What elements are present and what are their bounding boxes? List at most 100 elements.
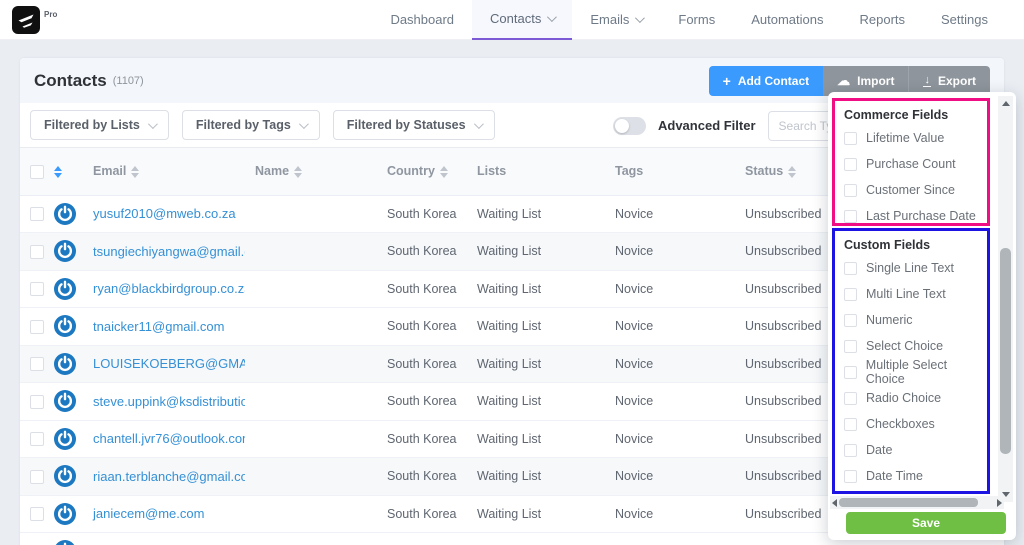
field-checkbox[interactable]	[844, 261, 857, 275]
add-contact-button[interactable]: + Add Contact	[708, 65, 824, 96]
export-label: Export	[937, 73, 976, 88]
field-checkbox[interactable]	[844, 183, 857, 197]
field-checkbox[interactable]	[844, 417, 857, 431]
row-checkbox[interactable]	[30, 319, 44, 334]
row-checkbox[interactable]	[30, 357, 44, 372]
panel-vertical-scrollbar[interactable]	[998, 96, 1013, 502]
contact-email-link[interactable]: tnaicker11@gmail.com	[93, 319, 224, 334]
horizontal-scrollbar-thumb[interactable]	[839, 498, 978, 507]
contact-name	[245, 195, 377, 233]
field-option-date[interactable]: Date	[835, 437, 987, 463]
scroll-right-arrow-icon[interactable]	[997, 499, 1002, 507]
scroll-up-arrow-icon[interactable]	[1001, 101, 1010, 106]
sort-name-icon[interactable]	[294, 165, 303, 178]
field-checkbox[interactable]	[844, 287, 857, 301]
contact-avatar-power-icon	[55, 540, 75, 545]
row-checkbox[interactable]	[30, 282, 44, 297]
row-checkbox[interactable]	[30, 244, 44, 259]
field-option-multiple-select-choice[interactable]: Multiple Select Choice	[835, 358, 987, 386]
filter-by-tags-dropdown[interactable]: Filtered by Tags	[181, 110, 320, 140]
export-button[interactable]: ↓ Export	[908, 65, 990, 96]
filter-by-lists-dropdown[interactable]: Filtered by Lists	[30, 110, 169, 140]
sort-status-icon[interactable]	[788, 165, 797, 178]
field-option-last-purchase-date[interactable]: Last Purchase Date	[835, 203, 987, 229]
field-label: Customer Since	[866, 183, 955, 197]
contact-email-link[interactable]: yusuf2010@mweb.co.za	[93, 206, 236, 221]
import-button[interactable]: ☁ Import	[823, 65, 909, 96]
scroll-left-arrow-icon[interactable]	[832, 499, 837, 507]
field-label: Purchase Count	[866, 157, 956, 171]
nav-forms[interactable]: Forms	[660, 0, 733, 40]
contact-tags: Novice	[605, 420, 735, 458]
field-label: Date Time	[866, 469, 923, 483]
field-label: Multi Line Text	[866, 287, 946, 301]
select-all-checkbox[interactable]	[30, 164, 44, 179]
contact-country: South Korea	[377, 232, 467, 271]
contact-email-link[interactable]: LOUISEKOEBERG@GMAIL.C...	[93, 356, 245, 371]
contact-avatar-power-icon	[54, 427, 76, 450]
sort-country-icon[interactable]	[439, 165, 448, 178]
nav-contacts[interactable]: Contacts	[472, 0, 573, 40]
contact-lists: Waiting List	[467, 420, 605, 458]
contact-country: South Korea	[377, 195, 467, 233]
filter-statuses-label: Filtered by Statuses	[346, 118, 466, 132]
row-checkbox[interactable]	[30, 207, 44, 222]
contact-avatar-power-icon	[54, 465, 76, 488]
row-checkbox[interactable]	[30, 469, 44, 484]
nav-automations[interactable]: Automations	[733, 0, 841, 40]
contact-email-link[interactable]: janiecem@me.com	[93, 506, 204, 521]
vertical-scrollbar-thumb[interactable]	[1000, 248, 1011, 454]
nav-settings[interactable]: Settings	[923, 0, 1006, 40]
contact-name	[245, 232, 377, 271]
col-status: Status	[745, 164, 784, 179]
sort-avatar-icon[interactable]	[54, 165, 62, 178]
contact-email-link[interactable]: steve.uppink@ksdistributio...	[93, 394, 245, 409]
contact-avatar-power-icon	[54, 352, 76, 375]
brand[interactable]: Pro	[12, 5, 57, 34]
chevron-down-icon	[147, 118, 158, 129]
field-label: Date	[866, 443, 893, 457]
nav-reports[interactable]: Reports	[841, 0, 923, 40]
save-button[interactable]: Save	[846, 512, 1006, 534]
field-option-single-line-text[interactable]: Single Line Text	[835, 255, 987, 281]
custom-fields-title: Custom Fields	[844, 238, 931, 252]
contact-email-link[interactable]: riaan.terblanche@gmail.com	[93, 469, 245, 484]
sort-email-icon[interactable]	[131, 165, 140, 178]
nav-dashboard[interactable]: Dashboard	[372, 0, 472, 40]
field-option-checkboxes[interactable]: Checkboxes	[835, 411, 987, 437]
row-checkbox[interactable]	[30, 394, 44, 409]
contact-email-link[interactable]: ryan@blackbirdgroup.co.za	[93, 281, 245, 296]
panel-horizontal-scrollbar[interactable]	[830, 496, 1004, 509]
field-option-date-time[interactable]: Date Time	[835, 463, 987, 489]
field-checkbox[interactable]	[844, 469, 857, 483]
import-label: Import	[857, 73, 895, 88]
field-checkbox[interactable]	[844, 157, 857, 171]
field-option-purchase-count[interactable]: Purchase Count	[835, 151, 987, 177]
field-checkbox[interactable]	[844, 443, 857, 457]
fluentcrm-logo-icon	[12, 5, 40, 34]
advanced-filter-toggle[interactable]	[613, 116, 646, 135]
field-option-radio-choice[interactable]: Radio Choice	[835, 385, 987, 411]
field-checkbox[interactable]	[844, 313, 857, 327]
field-checkbox[interactable]	[844, 391, 857, 405]
contact-avatar-power-icon	[54, 502, 76, 525]
row-checkbox[interactable]	[30, 432, 44, 447]
field-checkbox[interactable]	[844, 339, 857, 353]
contact-email-link[interactable]: chantell.jvr76@outlook.com	[93, 431, 245, 446]
field-checkbox[interactable]	[844, 131, 857, 145]
contact-email-link[interactable]: tsungiechiyangwa@gmail.c...	[93, 244, 245, 259]
field-option-multi-line-text[interactable]: Multi Line Text	[835, 281, 987, 307]
contact-lists: Waiting List	[467, 232, 605, 271]
field-option-lifetime-value[interactable]: Lifetime Value	[835, 125, 987, 151]
nav-emails[interactable]: Emails	[572, 0, 660, 40]
field-option-customer-since[interactable]: Customer Since	[835, 177, 987, 203]
field-option-select-choice[interactable]: Select Choice	[835, 333, 987, 359]
field-option-numeric[interactable]: Numeric	[835, 307, 987, 333]
row-checkbox[interactable]	[30, 507, 44, 522]
field-checkbox[interactable]	[844, 209, 857, 223]
filter-by-statuses-dropdown[interactable]: Filtered by Statuses	[332, 110, 495, 140]
contact-tags: Novice	[605, 345, 735, 383]
contact-avatar-power-icon	[54, 277, 76, 300]
field-checkbox[interactable]	[844, 365, 857, 379]
nav-emails-label: Emails	[590, 12, 630, 27]
